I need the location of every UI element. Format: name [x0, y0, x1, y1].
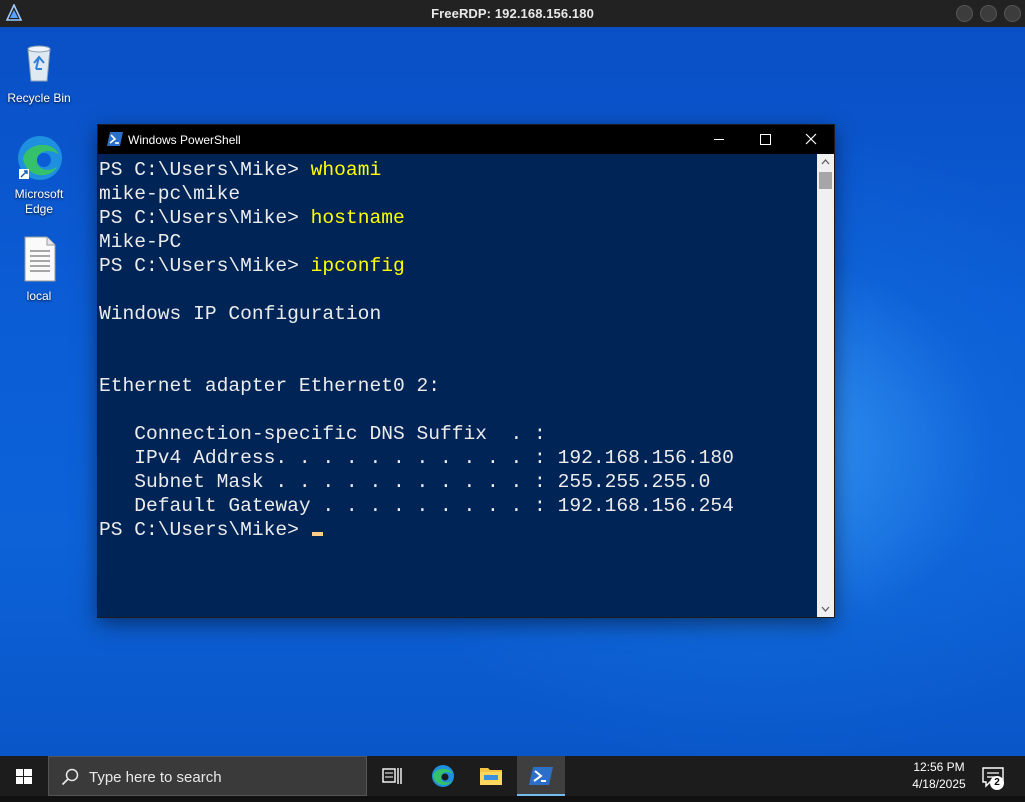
- taskbar-powershell-button[interactable]: [517, 756, 565, 796]
- console-line: Default Gateway . . . . . . . . . : 192.…: [99, 494, 813, 518]
- task-view-button[interactable]: [368, 756, 416, 796]
- console-output-text: Windows IP Configuration: [99, 303, 382, 325]
- scroll-down-icon[interactable]: [817, 601, 834, 617]
- taskbar: Type here to search 12:56 PM 4/18/2025 2: [0, 756, 1025, 802]
- scrollbar-thumb[interactable]: [819, 172, 832, 189]
- action-center-button[interactable]: 2: [978, 762, 1010, 790]
- powershell-icon: [107, 132, 123, 146]
- freerdp-minimize-button[interactable]: [956, 5, 973, 22]
- console-prompt: PS C:\Users\Mike>: [99, 255, 311, 277]
- console-line: Connection-specific DNS Suffix . :: [99, 422, 813, 446]
- freerdp-titlebar: FreeRDP: 192.168.156.180: [0, 0, 1025, 27]
- powershell-titlebar[interactable]: Windows PowerShell: [98, 125, 834, 154]
- console-line: PS C:\Users\Mike>: [99, 518, 813, 542]
- console-line: PS C:\Users\Mike> hostname: [99, 206, 813, 230]
- desktop-icon-microsoft-edge[interactable]: Microsoft Edge: [2, 133, 76, 217]
- console-output-text: Mike-PC: [99, 231, 182, 253]
- system-clock[interactable]: 12:56 PM 4/18/2025: [898, 759, 980, 793]
- console-line: Windows IP Configuration: [99, 302, 813, 326]
- start-button[interactable]: [0, 756, 48, 796]
- console-line: IPv4 Address. . . . . . . . . . . : 192.…: [99, 446, 813, 470]
- powershell-icon: [529, 767, 553, 785]
- vertical-scrollbar[interactable]: [817, 154, 834, 617]
- console-line: mike-pc\mike: [99, 182, 813, 206]
- taskbar-search-box[interactable]: Type here to search: [48, 756, 367, 796]
- console-output-text: Connection-specific DNS Suffix . :: [99, 423, 546, 445]
- console-command: whoami: [310, 159, 382, 181]
- console-line: PS C:\Users\Mike> whoami: [99, 158, 813, 182]
- recycle-bin-icon: [27, 45, 51, 82]
- desktop-icon-local[interactable]: local: [2, 235, 76, 304]
- clock-date: 4/18/2025: [912, 777, 966, 791]
- edge-icon: [18, 136, 62, 180]
- console-output-text: IPv4 Address. . . . . . . . . . . : 192.…: [99, 447, 734, 469]
- search-placeholder: Type here to search: [89, 769, 222, 786]
- console-line: Subnet Mask . . . . . . . . . . . : 255.…: [99, 470, 813, 494]
- console-line: PS C:\Users\Mike> ipconfig: [99, 254, 813, 278]
- console-output-text: mike-pc\mike: [99, 183, 241, 205]
- console-prompt: PS C:\Users\Mike>: [99, 519, 311, 541]
- console-output-text: Ethernet adapter Ethernet0 2:: [99, 375, 440, 397]
- folder-icon: [480, 768, 502, 785]
- desktop-icon-label: local: [26, 289, 52, 303]
- console-command: hostname: [310, 207, 405, 229]
- console-prompt: PS C:\Users\Mike>: [99, 159, 311, 181]
- desktop-icon-recycle-bin[interactable]: Recycle Bin: [2, 37, 76, 106]
- powershell-console-output[interactable]: PS C:\Users\Mike> whoami mike-pc\mike PS C…: [99, 158, 813, 613]
- powershell-window[interactable]: Windows PowerShell PS C:\Users\Mike> who…: [98, 125, 834, 617]
- text-file-icon: [24, 236, 56, 282]
- taskbar-file-explorer-button[interactable]: [467, 756, 515, 796]
- freerdp-title: FreeRDP: 192.168.156.180: [431, 6, 594, 21]
- console-prompt: PS C:\Users\Mike>: [99, 207, 311, 229]
- desktop-icon-label: Microsoft Edge: [14, 187, 64, 216]
- text-cursor: [311, 532, 323, 536]
- taskbar-edge-button[interactable]: [419, 756, 467, 796]
- desktop: Recycle Bin Microsoft Edge local Windows: [0, 27, 1025, 756]
- maximize-icon: [760, 134, 771, 145]
- clock-time: 12:56 PM: [913, 760, 965, 774]
- edge-icon: [432, 765, 454, 787]
- console-line: Ethernet adapter Ethernet0 2:: [99, 374, 813, 398]
- taskbar-bottom-strip: [0, 796, 1025, 802]
- console-line: Mike-PC: [99, 230, 813, 254]
- scroll-up-icon[interactable]: [817, 154, 834, 170]
- desktop-icon-label: Recycle Bin: [7, 91, 71, 105]
- task-view-icon: [382, 768, 402, 784]
- notification-count-badge: 2: [990, 776, 1004, 790]
- close-icon: [805, 133, 817, 145]
- minimize-icon: [714, 139, 724, 140]
- freerdp-maximize-button[interactable]: [980, 5, 997, 22]
- console-output-text: Default Gateway . . . . . . . . . : 192.…: [99, 495, 734, 517]
- minimize-button[interactable]: [696, 125, 742, 154]
- console-command: ipconfig: [310, 255, 405, 277]
- windows-logo-icon: [16, 769, 32, 784]
- close-button[interactable]: [788, 125, 834, 154]
- powershell-window-title: Windows PowerShell: [128, 133, 241, 147]
- search-icon: [61, 768, 79, 786]
- console-output-text: Subnet Mask . . . . . . . . . . . : 255.…: [99, 471, 711, 493]
- freerdp-close-button[interactable]: [1004, 5, 1021, 22]
- maximize-button[interactable]: [742, 125, 788, 154]
